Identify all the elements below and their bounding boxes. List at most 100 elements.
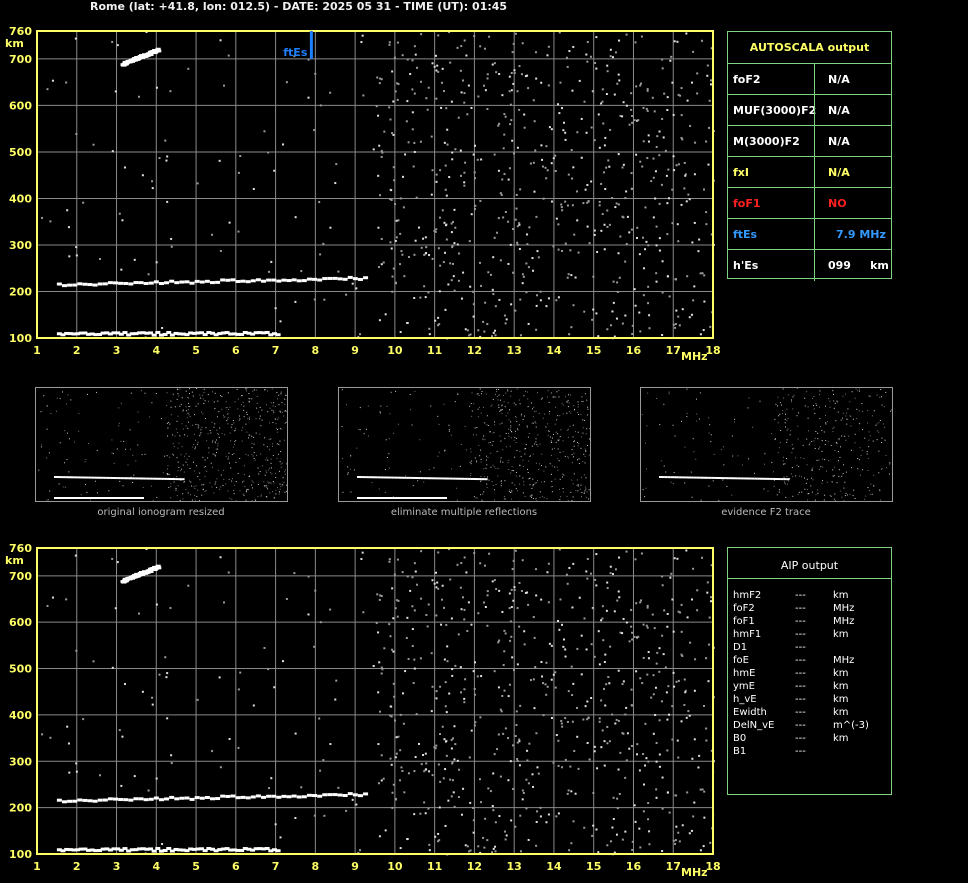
thumbnail-noise bbox=[486, 476, 488, 478]
noise-point bbox=[552, 673, 555, 676]
noise-point bbox=[591, 834, 594, 837]
thumbnail-noise bbox=[525, 444, 527, 446]
noise-point bbox=[507, 779, 510, 782]
noise-point bbox=[673, 40, 676, 43]
noise-point bbox=[401, 571, 404, 574]
noise-point bbox=[437, 70, 440, 73]
noise-point bbox=[636, 226, 639, 229]
thumbnail-noise bbox=[227, 423, 229, 425]
thumbnail-noise bbox=[535, 482, 537, 484]
thumbnail-noise bbox=[367, 405, 369, 407]
noise-point bbox=[640, 35, 643, 38]
thumbnail-noise bbox=[543, 481, 545, 483]
thumbnail-noise bbox=[248, 397, 250, 399]
thumbnail-noise bbox=[829, 494, 831, 496]
thumbnail-noise bbox=[502, 449, 504, 451]
thumbnail-noise bbox=[169, 423, 171, 425]
noise-point bbox=[67, 226, 70, 229]
noise-point bbox=[454, 226, 457, 229]
noise-point bbox=[535, 215, 538, 218]
thumbnail-trace bbox=[696, 476, 700, 479]
noise-point bbox=[648, 843, 651, 846]
noise-point bbox=[693, 221, 696, 224]
thumbnail-noise bbox=[386, 456, 388, 458]
noise-point bbox=[518, 581, 521, 584]
thumbnail-noise bbox=[480, 494, 482, 496]
noise-point bbox=[586, 41, 589, 44]
noise-point bbox=[137, 95, 140, 98]
thumbnail-trace bbox=[484, 478, 488, 481]
thumbnail-noise bbox=[817, 492, 819, 494]
thumbnail-noise bbox=[417, 480, 419, 482]
noise-point bbox=[399, 263, 402, 266]
noise-point bbox=[513, 588, 516, 591]
thumbnail-trace bbox=[415, 477, 418, 479]
noise-point bbox=[438, 290, 441, 293]
noise-point bbox=[642, 106, 645, 109]
noise-point bbox=[468, 756, 471, 759]
noise-point bbox=[516, 663, 519, 666]
noise-point bbox=[516, 146, 519, 149]
thumbnail-noise bbox=[277, 417, 279, 419]
thumbnail-noise bbox=[203, 388, 205, 390]
thumbnail-noise bbox=[87, 443, 89, 445]
thumbnail-trace bbox=[54, 476, 57, 478]
noise-point bbox=[512, 599, 515, 602]
trace-point bbox=[204, 796, 210, 800]
noise-point bbox=[612, 817, 615, 820]
noise-point bbox=[323, 814, 326, 817]
thumbnail-noise bbox=[272, 422, 274, 424]
thumbnail-noise bbox=[183, 481, 185, 483]
thumbnail-trace bbox=[357, 497, 360, 499]
thumbnail-noise bbox=[235, 440, 237, 442]
thumbnail-noise bbox=[493, 466, 495, 468]
thumbnail-noise bbox=[815, 430, 817, 432]
noise-point bbox=[571, 177, 574, 180]
thumbnail-noise bbox=[430, 405, 432, 407]
thumbnail-noise bbox=[568, 411, 570, 413]
thumbnail-noise bbox=[228, 479, 230, 481]
thumbnail-noise bbox=[188, 402, 190, 404]
trace-point bbox=[123, 798, 129, 802]
noise-point bbox=[557, 296, 560, 299]
noise-point bbox=[472, 670, 475, 673]
noise-point bbox=[501, 610, 504, 613]
noise-point bbox=[635, 85, 638, 88]
noise-point bbox=[477, 329, 480, 332]
noise-point bbox=[507, 695, 510, 698]
noise-point bbox=[601, 729, 604, 732]
thumbnail-noise bbox=[567, 500, 569, 502]
thumbnail-noise bbox=[890, 410, 892, 412]
noise-point bbox=[454, 664, 457, 667]
noise-point bbox=[380, 237, 383, 240]
noise-point bbox=[396, 41, 399, 44]
noise-point bbox=[463, 608, 466, 611]
noise-point bbox=[645, 107, 648, 110]
thumbnail-noise bbox=[536, 500, 538, 502]
noise-point bbox=[592, 824, 595, 827]
thumbnail-noise bbox=[839, 456, 841, 458]
thumbnail-noise bbox=[577, 490, 579, 492]
thumbnail-noise bbox=[670, 481, 672, 483]
noise-point bbox=[509, 123, 512, 126]
noise-point bbox=[564, 242, 567, 245]
trace-point bbox=[82, 798, 88, 802]
trace-point bbox=[118, 281, 124, 285]
thumbnail-trace bbox=[103, 476, 107, 479]
thumbnail-noise bbox=[882, 423, 884, 425]
noise-point bbox=[383, 130, 386, 133]
noise-point bbox=[617, 719, 620, 722]
thumbnail-noise bbox=[48, 452, 50, 454]
aip-value: --- bbox=[795, 707, 806, 718]
thumbnail-noise bbox=[229, 497, 231, 499]
thumbnail-noise bbox=[235, 427, 237, 429]
noise-point bbox=[476, 675, 479, 678]
thumbnail-noise bbox=[876, 439, 878, 441]
noise-point bbox=[703, 790, 706, 793]
noise-point bbox=[463, 688, 466, 691]
thumbnail-noise bbox=[227, 408, 229, 410]
thumbnail-noise bbox=[470, 472, 472, 474]
thumbnail-noise bbox=[741, 464, 743, 466]
noise-point bbox=[74, 554, 77, 557]
noise-point bbox=[609, 572, 612, 575]
